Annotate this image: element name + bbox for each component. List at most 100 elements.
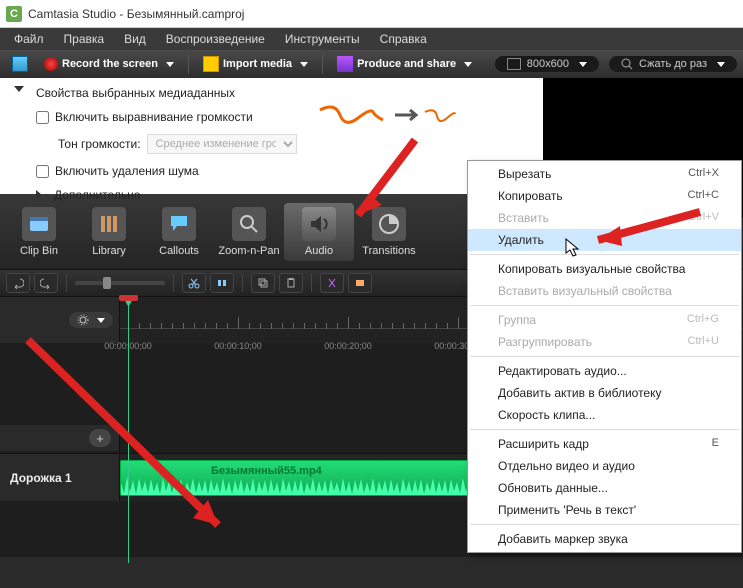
import-media-button[interactable]: Import media bbox=[197, 53, 314, 75]
timeline-clip[interactable]: 100 % Безымянный55.mp4 bbox=[120, 460, 470, 496]
produce-share-button[interactable]: Produce and share bbox=[331, 53, 478, 75]
menu-help[interactable]: Справка bbox=[370, 29, 437, 49]
playhead[interactable] bbox=[128, 297, 129, 563]
tab-label: Transitions bbox=[354, 245, 424, 257]
tab-label: Clip Bin bbox=[4, 245, 74, 257]
context-menu-item[interactable]: Отдельно видео и аудио bbox=[468, 455, 741, 477]
effects-button[interactable] bbox=[320, 273, 344, 293]
context-menu-item[interactable]: Редактировать аудио... bbox=[468, 360, 741, 382]
save-button[interactable] bbox=[6, 53, 34, 75]
dimensions-value: 800x600 bbox=[527, 58, 569, 70]
context-menu-item[interactable]: Применить 'Речь в текст' bbox=[468, 499, 741, 521]
menu-item-shortcut: Ctrl+U bbox=[688, 335, 719, 349]
window-title: Camtasia Studio - Безымянный.camproj bbox=[28, 7, 244, 21]
magnifier-icon bbox=[621, 58, 633, 70]
noise-remove-label: Включить удаления шума bbox=[55, 164, 199, 178]
context-menu-item[interactable]: Удалить bbox=[468, 229, 741, 251]
paste-button[interactable] bbox=[279, 273, 303, 293]
menu-item-label: Копировать визуальные свойства bbox=[498, 262, 685, 276]
audio-icon bbox=[302, 207, 336, 241]
markers-button[interactable] bbox=[348, 273, 372, 293]
track-label[interactable]: Дорожка 1 bbox=[0, 453, 120, 501]
import-label: Import media bbox=[223, 58, 292, 70]
context-menu-item: ВставитьCtrl+V bbox=[468, 207, 741, 229]
redo-button[interactable] bbox=[34, 273, 58, 293]
menu-item-label: Разгруппировать bbox=[498, 335, 592, 349]
advanced-label: Дополнительно bbox=[54, 188, 140, 202]
chevron-down-icon bbox=[464, 62, 472, 67]
menu-item-shortcut: Ctrl+V bbox=[688, 211, 719, 225]
menu-item-label: Расширить кадр bbox=[498, 437, 589, 451]
menu-file[interactable]: Файл bbox=[4, 29, 54, 49]
chevron-down-icon bbox=[300, 62, 308, 67]
clip-bin-icon bbox=[22, 207, 56, 241]
menu-item-label: Скорость клипа... bbox=[498, 408, 595, 422]
tab-audio[interactable]: Audio bbox=[284, 203, 354, 261]
shrink-label: Сжать до раз bbox=[639, 58, 707, 70]
menu-item-label: Вырезать bbox=[498, 167, 551, 181]
menu-item-shortcut: Ctrl+G bbox=[687, 313, 719, 327]
menu-item-label: Редактировать аудио... bbox=[498, 364, 627, 378]
main-toolbar: Record the screen Import media Produce a… bbox=[0, 50, 743, 78]
timeline-header-left bbox=[0, 297, 120, 343]
cut-button[interactable] bbox=[182, 273, 206, 293]
chevron-down-icon bbox=[97, 318, 105, 323]
timeline-settings-button[interactable] bbox=[69, 312, 113, 328]
tab-transitions[interactable]: Transitions bbox=[354, 203, 424, 261]
noise-remove-checkbox[interactable] bbox=[36, 165, 49, 178]
record-label: Record the screen bbox=[62, 58, 158, 70]
tab-zoom-n-pan[interactable]: Zoom-n-Pan bbox=[214, 203, 284, 261]
menu-view[interactable]: Вид bbox=[114, 29, 156, 49]
menu-item-shortcut: E bbox=[712, 437, 719, 451]
context-menu-item[interactable]: Копировать Ctrl+C bbox=[468, 185, 741, 207]
slider-thumb[interactable] bbox=[103, 277, 111, 289]
expand-icon[interactable] bbox=[36, 190, 42, 200]
volume-align-label: Включить выравнивание громкости bbox=[55, 110, 253, 124]
volume-align-checkbox[interactable] bbox=[36, 111, 49, 124]
chevron-down-icon bbox=[579, 62, 587, 67]
menu-item-shortcut: Ctrl+C bbox=[688, 189, 719, 203]
context-menu-item[interactable]: ВырезатьCtrl+X bbox=[468, 163, 741, 185]
context-menu-item[interactable]: Добавить маркер звука bbox=[468, 528, 741, 550]
tab-label: Library bbox=[74, 245, 144, 257]
waveform-icon bbox=[121, 475, 470, 495]
context-menu-item[interactable]: Расширить кадр E bbox=[468, 433, 741, 455]
library-icon bbox=[92, 207, 126, 241]
tab-label: Callouts bbox=[144, 245, 214, 257]
volume-tone-select[interactable]: Среднее изменение гро bbox=[147, 134, 297, 154]
menu-item-label: Добавить маркер звука bbox=[498, 532, 628, 546]
split-button[interactable] bbox=[210, 273, 234, 293]
menu-item-label: Вставить визуальный свойства bbox=[498, 284, 672, 298]
add-track-button[interactable]: + bbox=[89, 429, 111, 447]
share-icon bbox=[337, 56, 353, 72]
menu-item-label: Удалить bbox=[498, 233, 544, 247]
tab-callouts[interactable]: Callouts bbox=[144, 203, 214, 261]
menu-separator bbox=[470, 356, 739, 357]
context-menu-item[interactable]: Скорость клипа... bbox=[468, 404, 741, 426]
tab-label: Audio bbox=[284, 245, 354, 257]
menu-separator bbox=[470, 524, 739, 525]
menu-item-label: Копировать bbox=[498, 189, 563, 203]
record-screen-button[interactable]: Record the screen bbox=[38, 54, 180, 74]
canvas-dimensions-dropdown[interactable]: 800x600 bbox=[495, 56, 599, 72]
undo-button[interactable] bbox=[6, 273, 30, 293]
tab-clip-bin[interactable]: Clip Bin bbox=[4, 203, 74, 261]
timeline-zoom-slider[interactable] bbox=[75, 281, 165, 285]
tab-library[interactable]: Library bbox=[74, 203, 144, 261]
context-menu-item[interactable]: Копировать визуальные свойства bbox=[468, 258, 741, 280]
collapse-icon[interactable] bbox=[14, 86, 24, 92]
copy-button[interactable] bbox=[251, 273, 275, 293]
context-menu-item[interactable]: Добавить актив в библиотеку bbox=[468, 382, 741, 404]
menu-tools[interactable]: Инструменты bbox=[275, 29, 370, 49]
produce-label: Produce and share bbox=[357, 58, 456, 70]
chevron-down-icon bbox=[166, 62, 174, 67]
menu-edit[interactable]: Правка bbox=[54, 29, 115, 49]
volume-tone-label: Тон громкости: bbox=[58, 137, 141, 151]
mouse-cursor bbox=[565, 238, 581, 258]
context-menu-item[interactable]: Обновить данные... bbox=[468, 477, 741, 499]
menu-bar: Файл Правка Вид Воспроизведение Инструме… bbox=[0, 28, 743, 50]
shrink-to-fit-dropdown[interactable]: Сжать до раз bbox=[609, 56, 737, 72]
menu-item-label: Добавить актив в библиотеку bbox=[498, 386, 662, 400]
menu-playback[interactable]: Воспроизведение bbox=[156, 29, 275, 49]
menu-item-label: Группа bbox=[498, 313, 536, 327]
